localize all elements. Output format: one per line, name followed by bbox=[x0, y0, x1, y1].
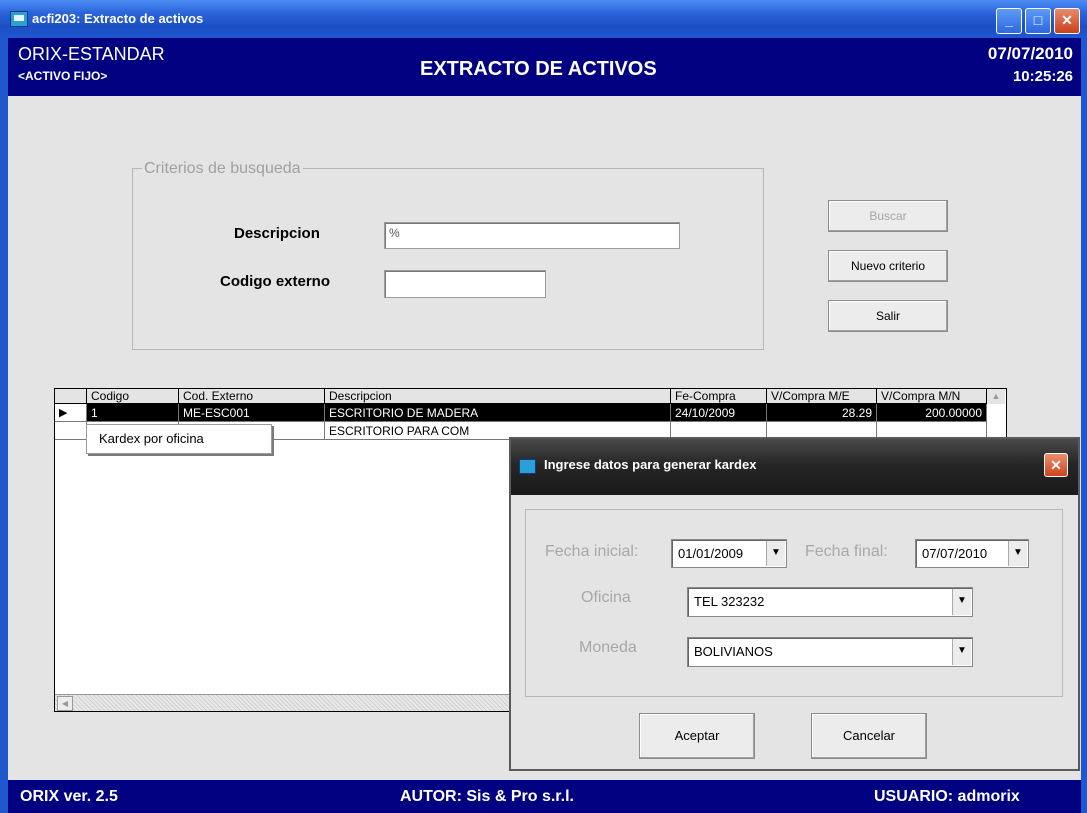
moneda-value: BOLIVIANOS bbox=[694, 644, 773, 659]
column-header-descripcion[interactable]: Descripcion bbox=[325, 389, 671, 404]
close-icon[interactable]: ✕ bbox=[1054, 8, 1080, 34]
main-window: acfi203: Extracto de activos _ □ ✕ ORIX-… bbox=[0, 0, 1087, 813]
dialog-title: Ingrese datos para generar kardex bbox=[544, 457, 757, 472]
cell-v-compra-mn: 200.00000 bbox=[877, 404, 987, 422]
row-indicator-header bbox=[55, 389, 87, 404]
header-time: 10:25:26 bbox=[1012, 68, 1073, 85]
cell-fe-compra: 24/10/2009 bbox=[671, 404, 767, 422]
cancelar-button[interactable]: Cancelar bbox=[811, 713, 927, 759]
app-header: ORIX-ESTANDAR <ACTIVO FIJO> EXTRACTO DE … bbox=[8, 38, 1081, 96]
oficina-select[interactable]: TEL 323232 ▼ bbox=[687, 587, 973, 617]
dialog-app-icon bbox=[519, 459, 536, 474]
kardex-dialog: Ingrese datos para generar kardex ✕ Fech… bbox=[509, 437, 1080, 771]
window-frame-right bbox=[1081, 38, 1087, 813]
fecha-final-dropdown-icon[interactable]: ▼ bbox=[1008, 541, 1027, 566]
status-version: ORIX ver. 2.5 bbox=[20, 788, 118, 805]
context-menu: Kardex por oficina bbox=[86, 424, 272, 454]
aceptar-button[interactable]: Aceptar bbox=[639, 713, 755, 759]
fecha-final-picker[interactable]: 07/07/2010 ▼ bbox=[915, 539, 1029, 568]
buscar-button[interactable]: Buscar bbox=[828, 200, 948, 232]
status-bar: ORIX ver. 2.5 AUTOR: Sis & Pro s.r.l. US… bbox=[8, 780, 1081, 813]
dialog-title-bar[interactable]: Ingrese datos para generar kardex ✕ bbox=[511, 439, 1078, 495]
fecha-final-label: Fecha final: bbox=[805, 543, 888, 560]
fecha-inicial-label: Fecha inicial: bbox=[545, 543, 639, 560]
oficina-dropdown-icon[interactable]: ▼ bbox=[952, 589, 971, 615]
criteria-groupbox bbox=[132, 168, 764, 350]
minimize-icon[interactable]: _ bbox=[996, 8, 1022, 34]
column-header-v-compra-me[interactable]: V/Compra M/E bbox=[767, 389, 877, 404]
codigo-externo-label: Codigo externo bbox=[220, 273, 331, 290]
window-frame-left bbox=[0, 38, 8, 813]
app-icon bbox=[10, 11, 28, 27]
oficina-value: TEL 323232 bbox=[694, 594, 765, 609]
moneda-select[interactable]: BOLIVIANOS ▼ bbox=[687, 637, 973, 667]
column-header-fe-compra[interactable]: Fe-Compra bbox=[671, 389, 767, 404]
scroll-left-icon[interactable]: ◀ bbox=[57, 696, 73, 711]
descripcion-value: % bbox=[389, 226, 400, 240]
column-header-v-compra-mn[interactable]: V/Compra M/N bbox=[877, 389, 987, 404]
descripcion-label: Descripcion bbox=[234, 225, 320, 242]
table-row[interactable]: ▶ 1 ME-ESC001 ESCRITORIO DE MADERA 24/10… bbox=[55, 404, 987, 422]
page-title: EXTRACTO DE ACTIVOS bbox=[420, 58, 657, 80]
column-header-cod-externo[interactable]: Cod. Externo bbox=[179, 389, 325, 404]
row-pointer-icon: ▶ bbox=[55, 404, 87, 422]
moneda-label: Moneda bbox=[579, 639, 637, 656]
row-indicator bbox=[55, 422, 87, 440]
cell-descripcion: ESCRITORIO DE MADERA bbox=[325, 404, 671, 422]
company-name: ORIX-ESTANDAR bbox=[18, 44, 165, 64]
fecha-inicial-dropdown-icon[interactable]: ▼ bbox=[766, 541, 785, 566]
moneda-dropdown-icon[interactable]: ▼ bbox=[952, 639, 971, 665]
status-user: USUARIO: admorix bbox=[874, 788, 1020, 805]
codigo-externo-input[interactable] bbox=[384, 270, 546, 298]
header-date: 07/07/2010 bbox=[987, 44, 1073, 63]
nuevo-criterio-button[interactable]: Nuevo criterio bbox=[828, 250, 948, 282]
descripcion-input[interactable]: % bbox=[384, 222, 680, 249]
salir-button[interactable]: Salir bbox=[828, 300, 948, 332]
maximize-icon[interactable]: □ bbox=[1025, 8, 1051, 34]
module-name: <ACTIVO FIJO> bbox=[18, 69, 108, 83]
cell-v-compra-me: 28.29 bbox=[767, 404, 877, 422]
title-bar[interactable]: acfi203: Extracto de activos _ □ ✕ bbox=[0, 0, 1087, 38]
column-header-codigo[interactable]: Codigo bbox=[87, 389, 179, 404]
window-title: acfi203: Extracto de activos bbox=[32, 11, 204, 26]
fecha-final-value: 07/07/2010 bbox=[922, 546, 988, 561]
fecha-inicial-value: 01/01/2009 bbox=[678, 546, 744, 561]
fecha-inicial-picker[interactable]: 01/01/2009 ▼ bbox=[671, 539, 787, 568]
criteria-legend: Criterios de busqueda bbox=[142, 160, 303, 178]
status-author: AUTOR: Sis & Pro s.r.l. bbox=[400, 788, 574, 805]
cell-codigo: 1 bbox=[87, 404, 179, 422]
oficina-label: Oficina bbox=[581, 589, 631, 606]
cell-cod-externo: ME-ESC001 bbox=[179, 404, 325, 422]
menu-item-kardex-por-oficina[interactable]: Kardex por oficina bbox=[99, 431, 204, 446]
dialog-close-icon[interactable]: ✕ bbox=[1044, 453, 1068, 477]
scroll-up-icon[interactable]: ▲ bbox=[987, 389, 1005, 404]
